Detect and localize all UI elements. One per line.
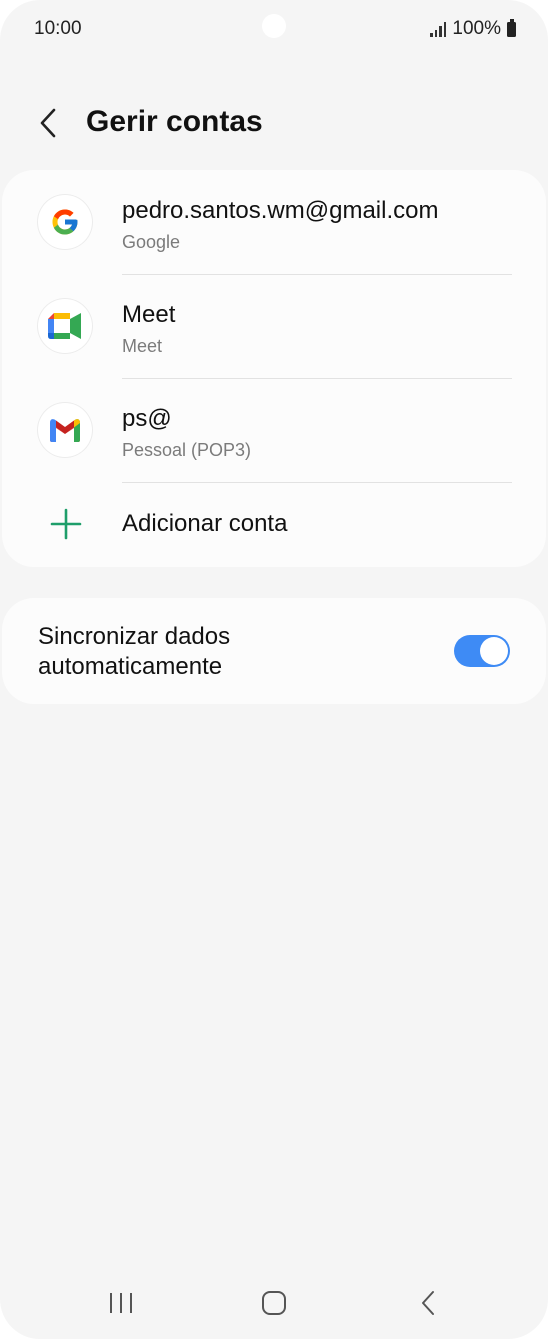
sync-card[interactable]: Sincronizar dados automaticamente bbox=[2, 598, 546, 704]
status-indicators: 100% bbox=[430, 18, 516, 40]
back-button[interactable] bbox=[30, 103, 66, 143]
account-name: pedro.santos.wm@gmail.com bbox=[122, 197, 439, 224]
account-type: Meet bbox=[122, 336, 163, 356]
battery-icon bbox=[507, 18, 516, 37]
status-time: 10:00 bbox=[34, 18, 82, 39]
sync-toggle[interactable] bbox=[454, 635, 510, 667]
nav-back-button[interactable] bbox=[398, 1280, 458, 1326]
navigation-bar bbox=[0, 1270, 548, 1336]
account-name: ps@ bbox=[122, 405, 172, 432]
back-icon bbox=[422, 1291, 434, 1315]
toggle-knob bbox=[480, 637, 508, 665]
account-row-meet[interactable]: Meet Meet bbox=[2, 274, 546, 378]
recent-apps-icon bbox=[110, 1293, 132, 1313]
add-account-label: Adicionar conta bbox=[122, 510, 288, 537]
home-button[interactable] bbox=[244, 1280, 304, 1326]
plus-icon bbox=[50, 508, 82, 540]
account-row-google[interactable]: pedro.santos.wm@gmail.com Google bbox=[2, 170, 546, 274]
phone-screen: 10:00 100% Gerir contas pedro.santos.wm@… bbox=[0, 0, 548, 1339]
app-header: Gerir contas bbox=[0, 95, 548, 150]
account-type: Google bbox=[122, 232, 181, 252]
accounts-card: pedro.santos.wm@gmail.com Google Meet Me… bbox=[2, 170, 546, 567]
sync-label: Sincronizar dados automaticamente bbox=[38, 623, 231, 680]
camera-cutout bbox=[262, 14, 286, 38]
account-row-pop3[interactable]: ps@ Pessoal (POP3) bbox=[2, 378, 546, 482]
gmail-icon bbox=[38, 403, 92, 457]
account-type: Pessoal (POP3) bbox=[122, 440, 252, 460]
google-icon bbox=[38, 195, 92, 249]
page-title: Gerir contas bbox=[86, 105, 263, 138]
status-bar: 10:00 100% bbox=[0, 0, 548, 60]
meet-icon bbox=[38, 299, 92, 353]
account-name: Meet bbox=[122, 301, 176, 328]
chevron-left-icon bbox=[40, 108, 56, 138]
recent-apps-button[interactable] bbox=[91, 1280, 151, 1326]
battery-percentage: 100% bbox=[452, 18, 501, 39]
home-icon bbox=[262, 1291, 286, 1315]
add-account-button[interactable]: Adicionar conta bbox=[2, 482, 546, 566]
signal-icon bbox=[430, 21, 447, 37]
